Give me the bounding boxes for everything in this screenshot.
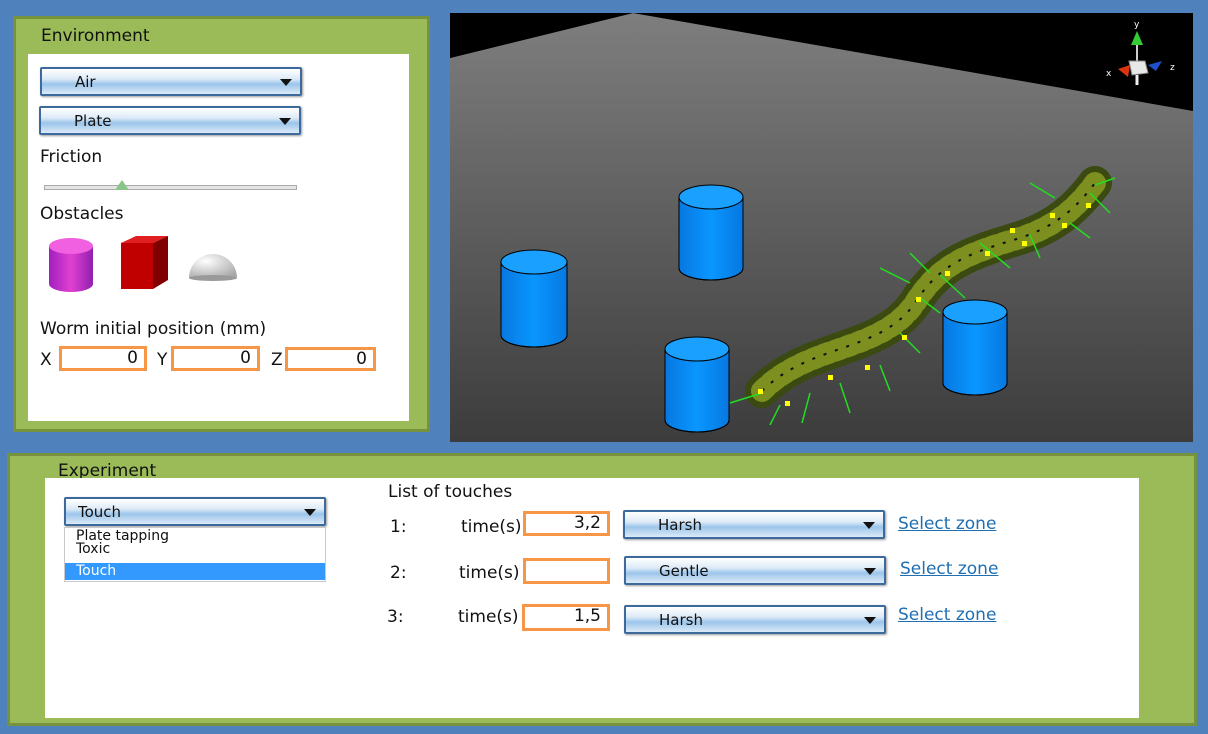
x-label: X: [40, 350, 52, 370]
obstacles-label: Obstacles: [40, 204, 124, 224]
touch-intensity-select[interactable]: Gentle: [624, 556, 886, 585]
touch-intensity-select[interactable]: Harsh: [623, 510, 885, 539]
time-label: time(s): [461, 517, 522, 537]
option-touch[interactable]: Touch: [65, 563, 325, 580]
environment-content: Air Plate Friction Obstacles Worm initia…: [28, 54, 409, 421]
touch-intensity-value: Harsh: [659, 610, 703, 629]
friction-label: Friction: [40, 147, 103, 167]
chevron-down-icon: [864, 567, 876, 575]
experiment-panel: Experiment Touch Plate tapping Toxic Tou…: [7, 453, 1197, 726]
x-position-input[interactable]: 0: [59, 346, 147, 371]
obstacle-cylinder-4[interactable]: [942, 299, 1008, 396]
friction-slider-track: [44, 185, 297, 190]
axis-label-x: x: [1106, 69, 1112, 79]
experiment-content: Touch Plate tapping Toxic Touch List of …: [45, 478, 1139, 718]
medium-select[interactable]: Air: [40, 67, 302, 96]
option-toxic[interactable]: Toxic: [65, 541, 325, 557]
obstacle-cylinder-3[interactable]: [664, 336, 730, 433]
axis-label-y: y: [1134, 20, 1140, 30]
select-zone-link[interactable]: Select zone: [898, 514, 996, 534]
touch-time-input[interactable]: 1,5: [522, 604, 610, 631]
chevron-down-icon: [864, 616, 876, 624]
chevron-down-icon: [280, 78, 292, 86]
experiment-type-select[interactable]: Touch: [64, 497, 326, 526]
touches-title: List of touches: [388, 482, 513, 502]
touch-intensity-value: Harsh: [658, 515, 702, 534]
time-label: time(s): [459, 563, 520, 583]
y-position-input[interactable]: 0: [171, 346, 260, 371]
axis-label-z: z: [1170, 63, 1175, 73]
position-label: Worm initial position (mm): [40, 319, 267, 339]
touch-index: 3:: [387, 607, 404, 627]
friction-slider[interactable]: [44, 180, 297, 196]
cylinder-obstacle-icon[interactable]: [49, 238, 93, 292]
medium-select-value: Air: [75, 72, 96, 91]
friction-slider-thumb[interactable]: [115, 180, 129, 190]
chevron-down-icon: [279, 117, 291, 125]
obstacles-palette: [49, 236, 237, 292]
touch-index: 2:: [390, 563, 407, 583]
z-label: Z: [271, 350, 283, 370]
obstacle-cylinder-2[interactable]: [678, 184, 744, 281]
touch-time-input[interactable]: [523, 558, 610, 584]
surface-select[interactable]: Plate: [39, 106, 301, 135]
touch-intensity-value: Gentle: [659, 561, 709, 580]
chevron-down-icon: [304, 508, 316, 516]
environment-panel: Environment Air Plate Friction Obstacles: [13, 16, 430, 432]
hemisphere-obstacle-icon[interactable]: [189, 254, 237, 281]
obstacle-cylinder-1[interactable]: [500, 249, 568, 348]
touch-index: 1:: [390, 517, 407, 537]
chevron-down-icon: [863, 521, 875, 529]
cube-obstacle-icon[interactable]: [121, 236, 168, 289]
y-label: Y: [157, 350, 168, 370]
experiment-type-value: Touch: [78, 502, 122, 521]
z-position-input[interactable]: 0: [285, 347, 376, 371]
simulation-viewport[interactable]: y x z: [450, 13, 1193, 442]
select-zone-link[interactable]: Select zone: [900, 559, 998, 579]
surface-select-value: Plate: [74, 111, 112, 130]
environment-title: Environment: [41, 26, 150, 46]
select-zone-link[interactable]: Select zone: [898, 605, 996, 625]
touch-intensity-select[interactable]: Harsh: [624, 605, 886, 634]
viewport-scene: y x z: [450, 13, 1193, 442]
touch-time-input[interactable]: 3,2: [523, 511, 610, 536]
experiment-type-options: Plate tapping Toxic Touch: [64, 527, 326, 582]
time-label: time(s): [458, 607, 519, 627]
